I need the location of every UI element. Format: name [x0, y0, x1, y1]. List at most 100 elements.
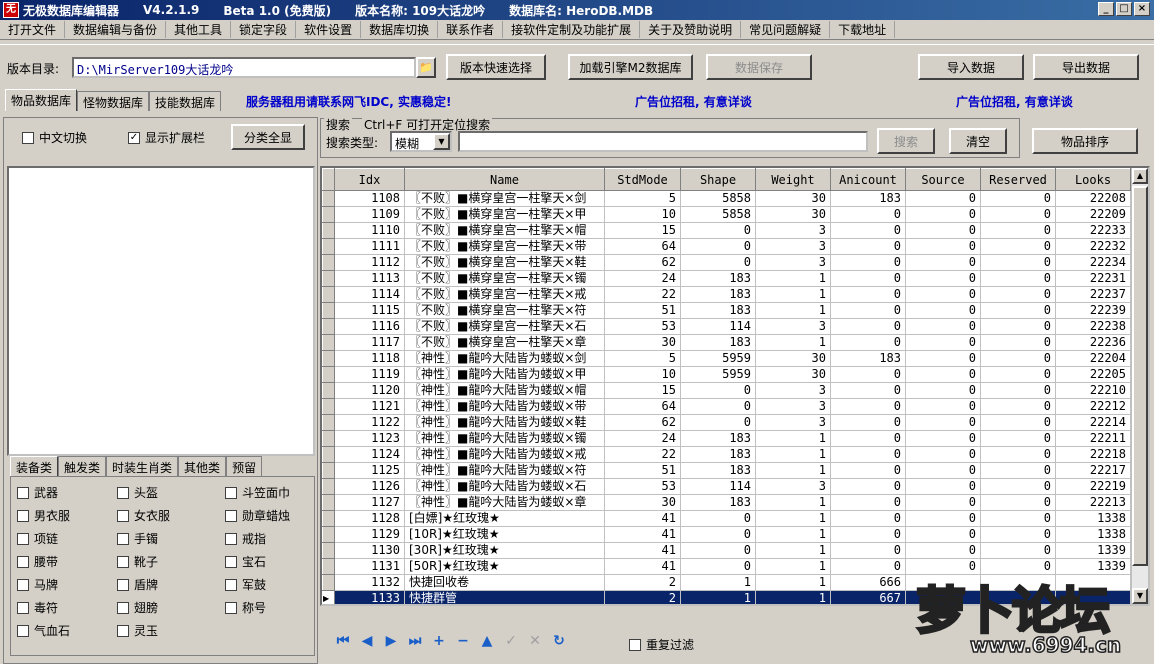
row-indicator[interactable] — [322, 430, 335, 447]
menu-custom[interactable]: 接软件定制及功能扩展 — [503, 21, 641, 38]
cell-source[interactable]: 0 — [905, 542, 981, 559]
cell-stdmode[interactable]: 10 — [604, 206, 681, 223]
cell-weight[interactable]: 3 — [755, 398, 831, 415]
menu-open-file[interactable]: 打开文件 — [0, 21, 66, 38]
tab-equipment[interactable]: 装备类 — [10, 456, 59, 476]
row-pointer-icon[interactable]: ▶ — [322, 590, 335, 604]
cell-anicount[interactable]: 666 — [830, 574, 906, 591]
cell-name[interactable]: 〖神性〗■龍吟大陆皆为蝼蚁×镯 — [404, 430, 605, 447]
maximize-button[interactable]: □ — [1116, 2, 1132, 16]
cell-reserved[interactable]: 0 — [980, 542, 1056, 559]
cell-reserved[interactable]: 0 — [980, 302, 1056, 319]
cell-reserved[interactable]: 0 — [980, 206, 1056, 223]
table-row[interactable]: 1126 〖神性〗■龍吟大陆皆为蝼蚁×石 53 114 3 0 0 0 22219 — [322, 478, 1131, 495]
cell-idx[interactable]: 1132 — [334, 574, 405, 591]
cell-shape[interactable]: 114 — [680, 318, 756, 335]
cell-name[interactable]: 〖不败〗■横穿皇宫一柱擎天×章 — [404, 334, 605, 351]
export-button[interactable]: 导出数据 — [1033, 54, 1139, 80]
cell-idx[interactable]: 1118 — [334, 350, 405, 367]
category-checkbox[interactable]: 斗笠面巾 — [225, 484, 290, 501]
close-button[interactable]: × — [1134, 2, 1150, 16]
cell-reserved[interactable]: 0 — [980, 366, 1056, 383]
row-indicator[interactable] — [322, 478, 335, 495]
cell-source[interactable]: 0 — [905, 286, 981, 303]
table-row[interactable]: 1116 〖不败〗■横穿皇宫一柱擎天×石 53 114 3 0 0 0 22238 — [322, 318, 1131, 335]
save-data-button[interactable]: 数据保存 — [706, 54, 812, 80]
category-listbox[interactable] — [7, 166, 315, 456]
cell-looks[interactable]: 1338 — [1055, 526, 1131, 543]
cell-name[interactable]: 〖不败〗■横穿皇宫一柱擎天×戒 — [404, 286, 605, 303]
category-checkbox[interactable]: 项链 — [17, 530, 58, 547]
cell-stdmode[interactable]: 41 — [604, 542, 681, 559]
cell-anicount[interactable]: 0 — [830, 510, 906, 527]
cell-anicount[interactable]: 0 — [830, 414, 906, 431]
cell-stdmode[interactable]: 5 — [604, 350, 681, 367]
category-checkbox[interactable]: 军鼓 — [225, 576, 266, 593]
cell-looks[interactable]: 22233 — [1055, 222, 1131, 239]
cell-name[interactable]: 快捷回收卷 — [404, 574, 605, 591]
cell-shape[interactable]: 0 — [680, 510, 756, 527]
table-row[interactable]: 1130 [30R]★红玫瑰★ 41 0 1 0 0 0 1339 — [322, 542, 1131, 559]
cell-shape[interactable]: 0 — [680, 526, 756, 543]
row-indicator[interactable] — [322, 286, 335, 303]
dup-filter-checkbox[interactable]: 重复过滤 — [629, 636, 694, 653]
cell-reserved[interactable]: 0 — [980, 478, 1056, 495]
category-checkbox[interactable]: 宝石 — [225, 553, 266, 570]
table-row[interactable]: 1127 〖神性〗■龍吟大陆皆为蝼蚁×章 30 183 1 0 0 0 22213 — [322, 494, 1131, 511]
col-reserved[interactable]: Reserved — [980, 168, 1056, 191]
cell-stdmode[interactable]: 2 — [604, 590, 681, 604]
cell-idx[interactable]: 1117 — [334, 334, 405, 351]
table-row[interactable]: 1110 〖不败〗■横穿皇宫一柱擎天×帽 15 0 3 0 0 0 22233 — [322, 222, 1131, 239]
cell-shape[interactable]: 183 — [680, 302, 756, 319]
cell-looks[interactable]: 1339 — [1055, 542, 1131, 559]
cell-shape[interactable]: 183 — [680, 430, 756, 447]
row-indicator[interactable] — [322, 494, 335, 511]
cell-name[interactable]: 〖不败〗■横穿皇宫一柱擎天×甲 — [404, 206, 605, 223]
cell-weight[interactable]: 1 — [755, 286, 831, 303]
cell-weight[interactable]: 3 — [755, 254, 831, 271]
cell-shape[interactable]: 183 — [680, 462, 756, 479]
table-row[interactable]: 1124 〖神性〗■龍吟大陆皆为蝼蚁×戒 22 183 1 0 0 0 22218 — [322, 446, 1131, 463]
tab-monsters[interactable]: 怪物数据库 — [77, 91, 150, 111]
cell-idx[interactable]: 1120 — [334, 382, 405, 399]
cell-reserved[interactable]: 0 — [980, 286, 1056, 303]
cell-source[interactable]: 0 — [905, 398, 981, 415]
cell-idx[interactable]: 1114 — [334, 286, 405, 303]
col-source[interactable]: Source — [905, 168, 981, 191]
table-row[interactable]: 1129 [10R]★红玫瑰★ 41 0 1 0 0 0 1338 — [322, 526, 1131, 543]
quick-select-button[interactable]: 版本快速选择 — [446, 54, 546, 80]
cell-idx[interactable]: 1130 — [334, 542, 405, 559]
cell-reserved[interactable]: 0 — [980, 526, 1056, 543]
cell-source[interactable]: 0 — [905, 238, 981, 255]
cell-reserved[interactable]: 0 — [980, 430, 1056, 447]
col-anicount[interactable]: Anicount — [830, 168, 906, 191]
menu-db-switch[interactable]: 数据库切换 — [361, 21, 439, 38]
row-indicator[interactable] — [322, 206, 335, 223]
cell-looks[interactable]: 22231 — [1055, 270, 1131, 287]
ad-slot-1[interactable]: 广告位招租, 有意详谈 — [635, 93, 752, 110]
cell-anicount[interactable]: 0 — [830, 398, 906, 415]
cell-idx[interactable]: 1115 — [334, 302, 405, 319]
cell-source[interactable]: 0 — [905, 270, 981, 287]
cell-shape[interactable]: 0 — [680, 414, 756, 431]
cell-stdmode[interactable]: 64 — [604, 398, 681, 415]
tab-items[interactable]: 物品数据库 — [5, 89, 78, 111]
cell-idx[interactable]: 1131 — [334, 558, 405, 575]
cell-weight[interactable]: 1 — [755, 526, 831, 543]
row-indicator[interactable] — [322, 446, 335, 463]
menu-about[interactable]: 关于及赞助说明 — [640, 21, 742, 38]
cell-name[interactable]: [10R]★红玫瑰★ — [404, 526, 605, 543]
category-checkbox[interactable]: 盾牌 — [117, 576, 158, 593]
table-row[interactable]: 1122 〖神性〗■龍吟大陆皆为蝼蚁×鞋 62 0 3 0 0 0 22214 — [322, 414, 1131, 431]
cell-weight[interactable]: 3 — [755, 382, 831, 399]
cell-reserved[interactable]: 0 — [980, 270, 1056, 287]
cell-looks[interactable]: 22234 — [1055, 254, 1131, 271]
data-grid[interactable]: Idx Name StdMode Shape Weight Anicount S… — [320, 166, 1150, 606]
cell-idx[interactable]: 1127 — [334, 494, 405, 511]
cell-shape[interactable]: 5858 — [680, 206, 756, 223]
cell-reserved[interactable]: 0 — [980, 462, 1056, 479]
cell-source[interactable]: 0 — [905, 446, 981, 463]
cell-shape[interactable]: 0 — [680, 238, 756, 255]
cell-anicount[interactable]: 0 — [830, 206, 906, 223]
cell-name[interactable]: 〖神性〗■龍吟大陆皆为蝼蚁×甲 — [404, 366, 605, 383]
